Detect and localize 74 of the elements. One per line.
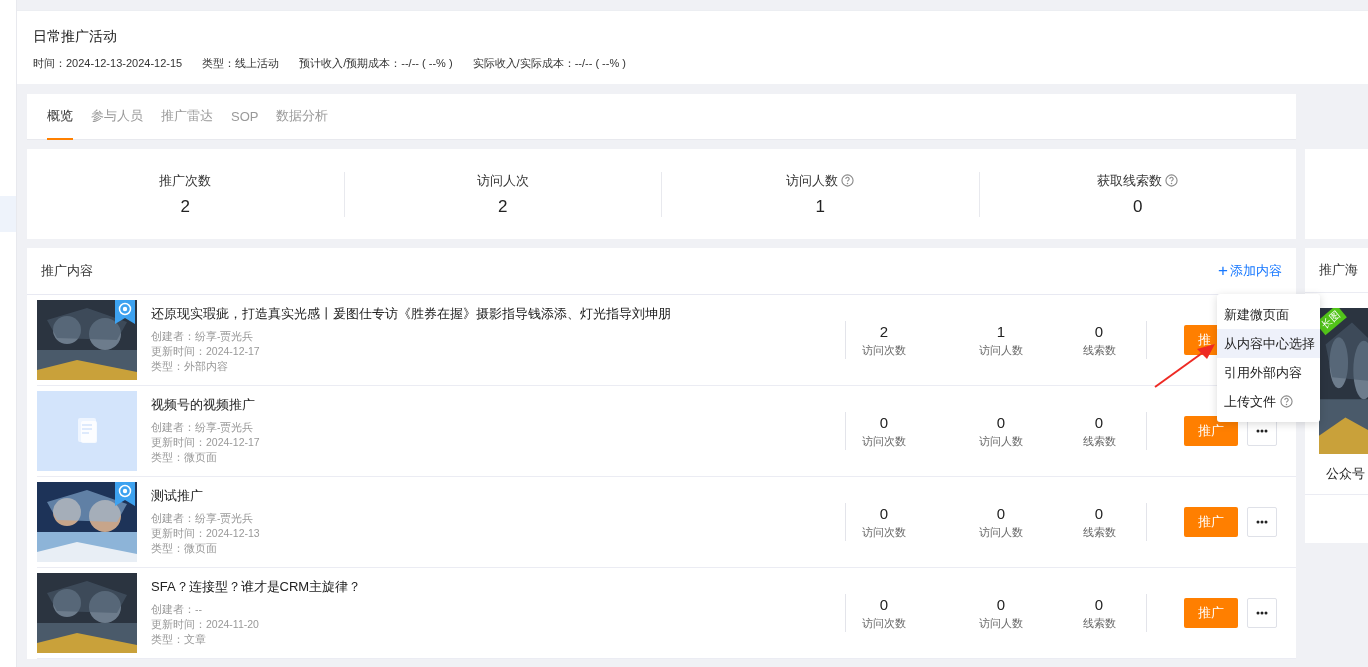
stat-value: 2 <box>498 196 508 217</box>
type-text: 类型：微页面 <box>151 450 218 465</box>
stat-label: 线索数 <box>1082 525 1116 540</box>
stat-value: 2 <box>879 322 889 340</box>
type-text: 类型：外部内容 <box>151 359 229 374</box>
tab[interactable]: 参与人员 <box>91 94 143 140</box>
stat-label: 线索数 <box>1082 343 1116 358</box>
creator-text: 创建者：纷享-贾光兵 <box>151 511 255 526</box>
menu-item[interactable]: 引用外部内容 <box>1217 358 1320 387</box>
creator-text: 创建者：纷享-贾光兵 <box>151 420 255 435</box>
stat-label: 访问次数 <box>862 343 906 358</box>
stat-value: 2 <box>180 196 190 217</box>
stat-value: 0 <box>879 413 889 431</box>
meta-text: 类型：线上活动 <box>202 56 280 71</box>
content-title: SFA？连接型？谁才是CRM主旋律？ <box>151 578 363 596</box>
menu-item[interactable]: 上传文件 <box>1217 387 1320 416</box>
meta-text: 实际收入/实际成本：--/-- ( --% ) <box>472 56 626 71</box>
stat-label: 线索数 <box>1082 434 1116 449</box>
promote-button[interactable]: 推广 <box>1184 598 1238 628</box>
more-button[interactable] <box>1247 598 1277 628</box>
meta-text: 时间：2024-12-13-2024-12-15 <box>33 56 183 71</box>
type-text: 类型：文章 <box>151 632 207 647</box>
stat-value: 0 <box>879 504 889 522</box>
stat-label: 访问人数 <box>979 343 1023 358</box>
stat-value: 0 <box>1133 196 1143 217</box>
stat-value: 0 <box>1094 595 1104 613</box>
activity-title: 日常推广活动 <box>33 28 118 46</box>
stat-value: 0 <box>1094 322 1104 340</box>
updated-text: 更新时间：2024-12-17 <box>151 344 261 359</box>
more-icon <box>1256 520 1268 524</box>
stat-label: 访问人数 <box>979 434 1023 449</box>
promote-button[interactable]: 推广 <box>1184 416 1238 446</box>
tab[interactable]: 概览 <box>47 94 73 140</box>
stat-label: 访问人次 <box>476 171 529 190</box>
promote-button[interactable]: 推广 <box>1184 507 1238 537</box>
stat-value: 0 <box>996 504 1006 522</box>
stat-value: 1 <box>996 322 1006 340</box>
menu-item[interactable]: 新建微页面 <box>1217 300 1320 329</box>
updated-text: 更新时间：2024-12-13 <box>151 526 261 541</box>
card-title: 推广海 <box>1319 261 1358 279</box>
stat-label: 访问次数 <box>862 434 906 449</box>
stat-value: 0 <box>996 595 1006 613</box>
meta-text: 预计收入/预期成本：--/-- ( --% ) <box>299 56 453 71</box>
menu-item[interactable]: 从内容中心选择 <box>1217 329 1320 358</box>
stat-label: 访问次数 <box>862 525 906 540</box>
stat-label: 访问人数 <box>979 616 1023 631</box>
content-title: 测试推广 <box>151 487 204 505</box>
tab[interactable]: 数据分析 <box>276 94 329 140</box>
stat-label: 访问人数 <box>979 525 1023 540</box>
stat-label: 获取线索数 <box>1097 171 1163 190</box>
updated-text: 更新时间：2024-12-17 <box>151 435 261 450</box>
creator-text: 创建者：-- <box>151 602 203 617</box>
stat-value: 0 <box>996 413 1006 431</box>
add-content-link[interactable]: +添加内容 <box>1218 261 1282 281</box>
stat-label: 推广次数 <box>159 171 212 190</box>
stat-value: 0 <box>1094 504 1104 522</box>
stat-value: 0 <box>1094 413 1104 431</box>
card-title: 推广内容 <box>41 262 93 280</box>
poster-caption: 公众号 <box>1326 465 1365 483</box>
content-title: 视频号的视频推广 <box>151 396 256 414</box>
more-icon <box>1256 429 1268 433</box>
stat-value: 0 <box>879 595 889 613</box>
creator-text: 创建者：纷享-贾光兵 <box>151 329 255 344</box>
stat-label: 访问次数 <box>862 616 906 631</box>
tab[interactable]: SOP <box>231 94 259 140</box>
more-button[interactable] <box>1247 507 1277 537</box>
tab[interactable]: 推广雷达 <box>161 94 213 140</box>
stat-label: 访问人数 <box>786 171 839 190</box>
more-icon <box>1256 611 1268 615</box>
stat-label: 线索数 <box>1082 616 1116 631</box>
stat-value: 1 <box>815 196 825 217</box>
content-title: 还原现实瑕疵，打造真实光感丨爰图仕专访《胜券在握》摄影指导钱添添、灯光指导刘坤朋 <box>151 305 672 323</box>
updated-text: 更新时间：2024-11-20 <box>151 617 260 632</box>
type-text: 类型：微页面 <box>151 541 218 556</box>
